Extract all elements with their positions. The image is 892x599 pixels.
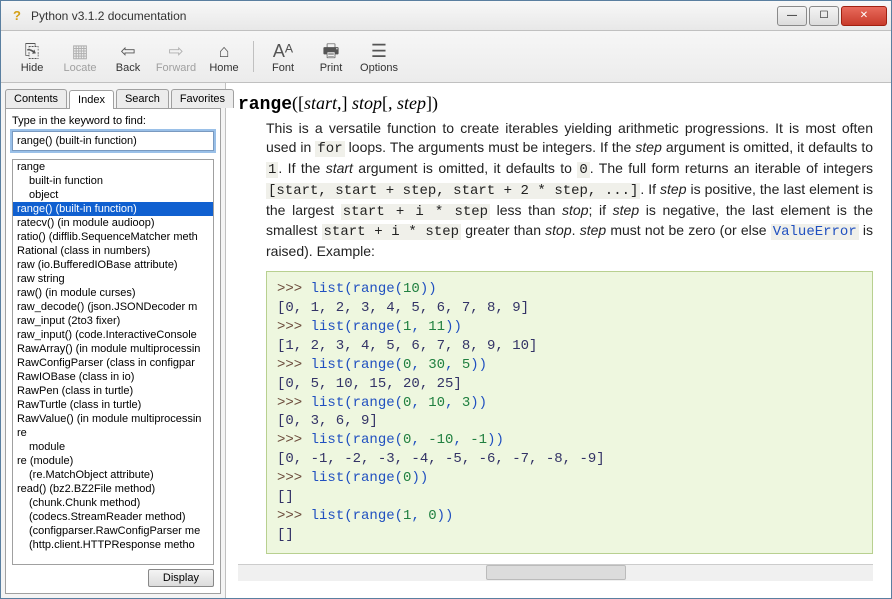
forward-icon: ⇨ bbox=[168, 40, 183, 62]
search-label: Type in the keyword to find: bbox=[12, 115, 214, 127]
body: Contents Index Search Favorites Type in … bbox=[1, 83, 891, 598]
window-title: Python v3.1.2 documentation bbox=[31, 9, 775, 23]
font-button[interactable]: AᴬFont bbox=[260, 35, 306, 78]
index-item[interactable]: built-in function bbox=[13, 174, 213, 188]
display-row: Display bbox=[12, 565, 214, 587]
app-window: ? Python v3.1.2 documentation — ☐ ✕ ⎘Hid… bbox=[0, 0, 892, 599]
index-item[interactable]: re bbox=[13, 426, 213, 440]
horizontal-scrollbar[interactable] bbox=[238, 564, 873, 581]
index-item[interactable]: range() (built-in function) bbox=[13, 202, 213, 216]
description-paragraph: This is a versatile function to create i… bbox=[266, 119, 873, 261]
index-item[interactable]: raw_input() (code.InteractiveConsole bbox=[13, 328, 213, 342]
index-item[interactable]: raw_input (2to3 fixer) bbox=[13, 314, 213, 328]
titlebar: ? Python v3.1.2 documentation — ☐ ✕ bbox=[1, 1, 891, 31]
app-icon: ? bbox=[9, 8, 25, 24]
scrollbar-thumb[interactable] bbox=[486, 565, 626, 580]
font-icon: Aᴬ bbox=[273, 40, 293, 62]
toolbar-separator bbox=[253, 41, 254, 72]
locate-button: ▦Locate bbox=[57, 35, 103, 78]
tab-contents[interactable]: Contents bbox=[5, 89, 67, 108]
options-button[interactable]: ☰Options bbox=[356, 35, 402, 78]
index-item[interactable]: (configparser.RawConfigParser me bbox=[13, 524, 213, 538]
index-item[interactable]: Rational (class in numbers) bbox=[13, 244, 213, 258]
index-item[interactable]: RawPen (class in turtle) bbox=[13, 384, 213, 398]
display-button[interactable]: Display bbox=[148, 569, 214, 587]
index-panel: Type in the keyword to find: rangebuilt-… bbox=[5, 108, 221, 594]
index-item[interactable]: module bbox=[13, 440, 213, 454]
maximize-button[interactable]: ☐ bbox=[809, 6, 839, 26]
func-sig: ([start,] stop[, step]) bbox=[292, 93, 438, 113]
index-item[interactable]: raw_decode() (json.JSONDecoder m bbox=[13, 300, 213, 314]
index-item[interactable]: (re.MatchObject attribute) bbox=[13, 468, 213, 482]
function-heading: range([start,] stop[, step]) bbox=[238, 93, 873, 115]
locate-icon: ▦ bbox=[71, 40, 88, 62]
index-item[interactable]: raw (io.BufferedIOBase attribute) bbox=[13, 258, 213, 272]
home-icon: ⌂ bbox=[219, 40, 230, 62]
index-item[interactable]: (chunk.Chunk method) bbox=[13, 496, 213, 510]
index-list[interactable]: rangebuilt-in functionobjectrange() (bui… bbox=[12, 159, 214, 565]
toolbar: ⎘Hide ▦Locate ⇦Back ⇨Forward ⌂Home AᴬFon… bbox=[1, 31, 891, 83]
tab-favorites[interactable]: Favorites bbox=[171, 89, 234, 108]
index-item[interactable]: raw string bbox=[13, 272, 213, 286]
index-item[interactable]: range bbox=[13, 160, 213, 174]
hide-button[interactable]: ⎘Hide bbox=[9, 35, 55, 78]
index-item[interactable]: object bbox=[13, 188, 213, 202]
index-search-input[interactable] bbox=[12, 131, 214, 151]
index-item[interactable]: (codecs.StreamReader method) bbox=[13, 510, 213, 524]
home-button[interactable]: ⌂Home bbox=[201, 35, 247, 78]
minimize-button[interactable]: — bbox=[777, 6, 807, 26]
back-icon: ⇦ bbox=[120, 40, 135, 62]
forward-button: ⇨Forward bbox=[153, 35, 199, 78]
index-item[interactable]: RawValue() (in module multiprocessin bbox=[13, 412, 213, 426]
index-item[interactable]: raw() (in module curses) bbox=[13, 286, 213, 300]
sidebar: Contents Index Search Favorites Type in … bbox=[1, 83, 226, 598]
example-code-block: >>> list(range(10)) [0, 1, 2, 3, 4, 5, 6… bbox=[266, 271, 873, 553]
tab-index[interactable]: Index bbox=[69, 90, 114, 109]
index-item[interactable]: ratecv() (in module audioop) bbox=[13, 216, 213, 230]
sidebar-tabs: Contents Index Search Favorites bbox=[1, 83, 225, 108]
index-item[interactable]: RawIOBase (class in io) bbox=[13, 370, 213, 384]
index-item[interactable]: RawTurtle (class in turtle) bbox=[13, 398, 213, 412]
func-name: range bbox=[238, 95, 292, 115]
doc-body: range([start,] stop[, step]) This is a v… bbox=[238, 93, 873, 554]
close-button[interactable]: ✕ bbox=[841, 6, 887, 26]
valueerror-link[interactable]: ValueError bbox=[771, 224, 859, 240]
index-item[interactable]: (http.client.HTTPResponse metho bbox=[13, 538, 213, 552]
options-icon: ☰ bbox=[371, 40, 387, 62]
index-item[interactable]: read() (bz2.BZ2File method) bbox=[13, 482, 213, 496]
content-pane[interactable]: range([start,] stop[, step]) This is a v… bbox=[226, 83, 891, 598]
index-item[interactable]: RawArray() (in module multiprocessin bbox=[13, 342, 213, 356]
tab-search[interactable]: Search bbox=[116, 89, 169, 108]
print-button[interactable]: 🖶Print bbox=[308, 35, 354, 78]
window-controls: — ☐ ✕ bbox=[775, 6, 887, 26]
index-item[interactable]: ratio() (difflib.SequenceMatcher meth bbox=[13, 230, 213, 244]
index-item[interactable]: RawConfigParser (class in configpar bbox=[13, 356, 213, 370]
back-button[interactable]: ⇦Back bbox=[105, 35, 151, 78]
hide-icon: ⎘ bbox=[25, 40, 39, 62]
index-item[interactable]: re (module) bbox=[13, 454, 213, 468]
print-icon: 🖶 bbox=[323, 40, 340, 62]
